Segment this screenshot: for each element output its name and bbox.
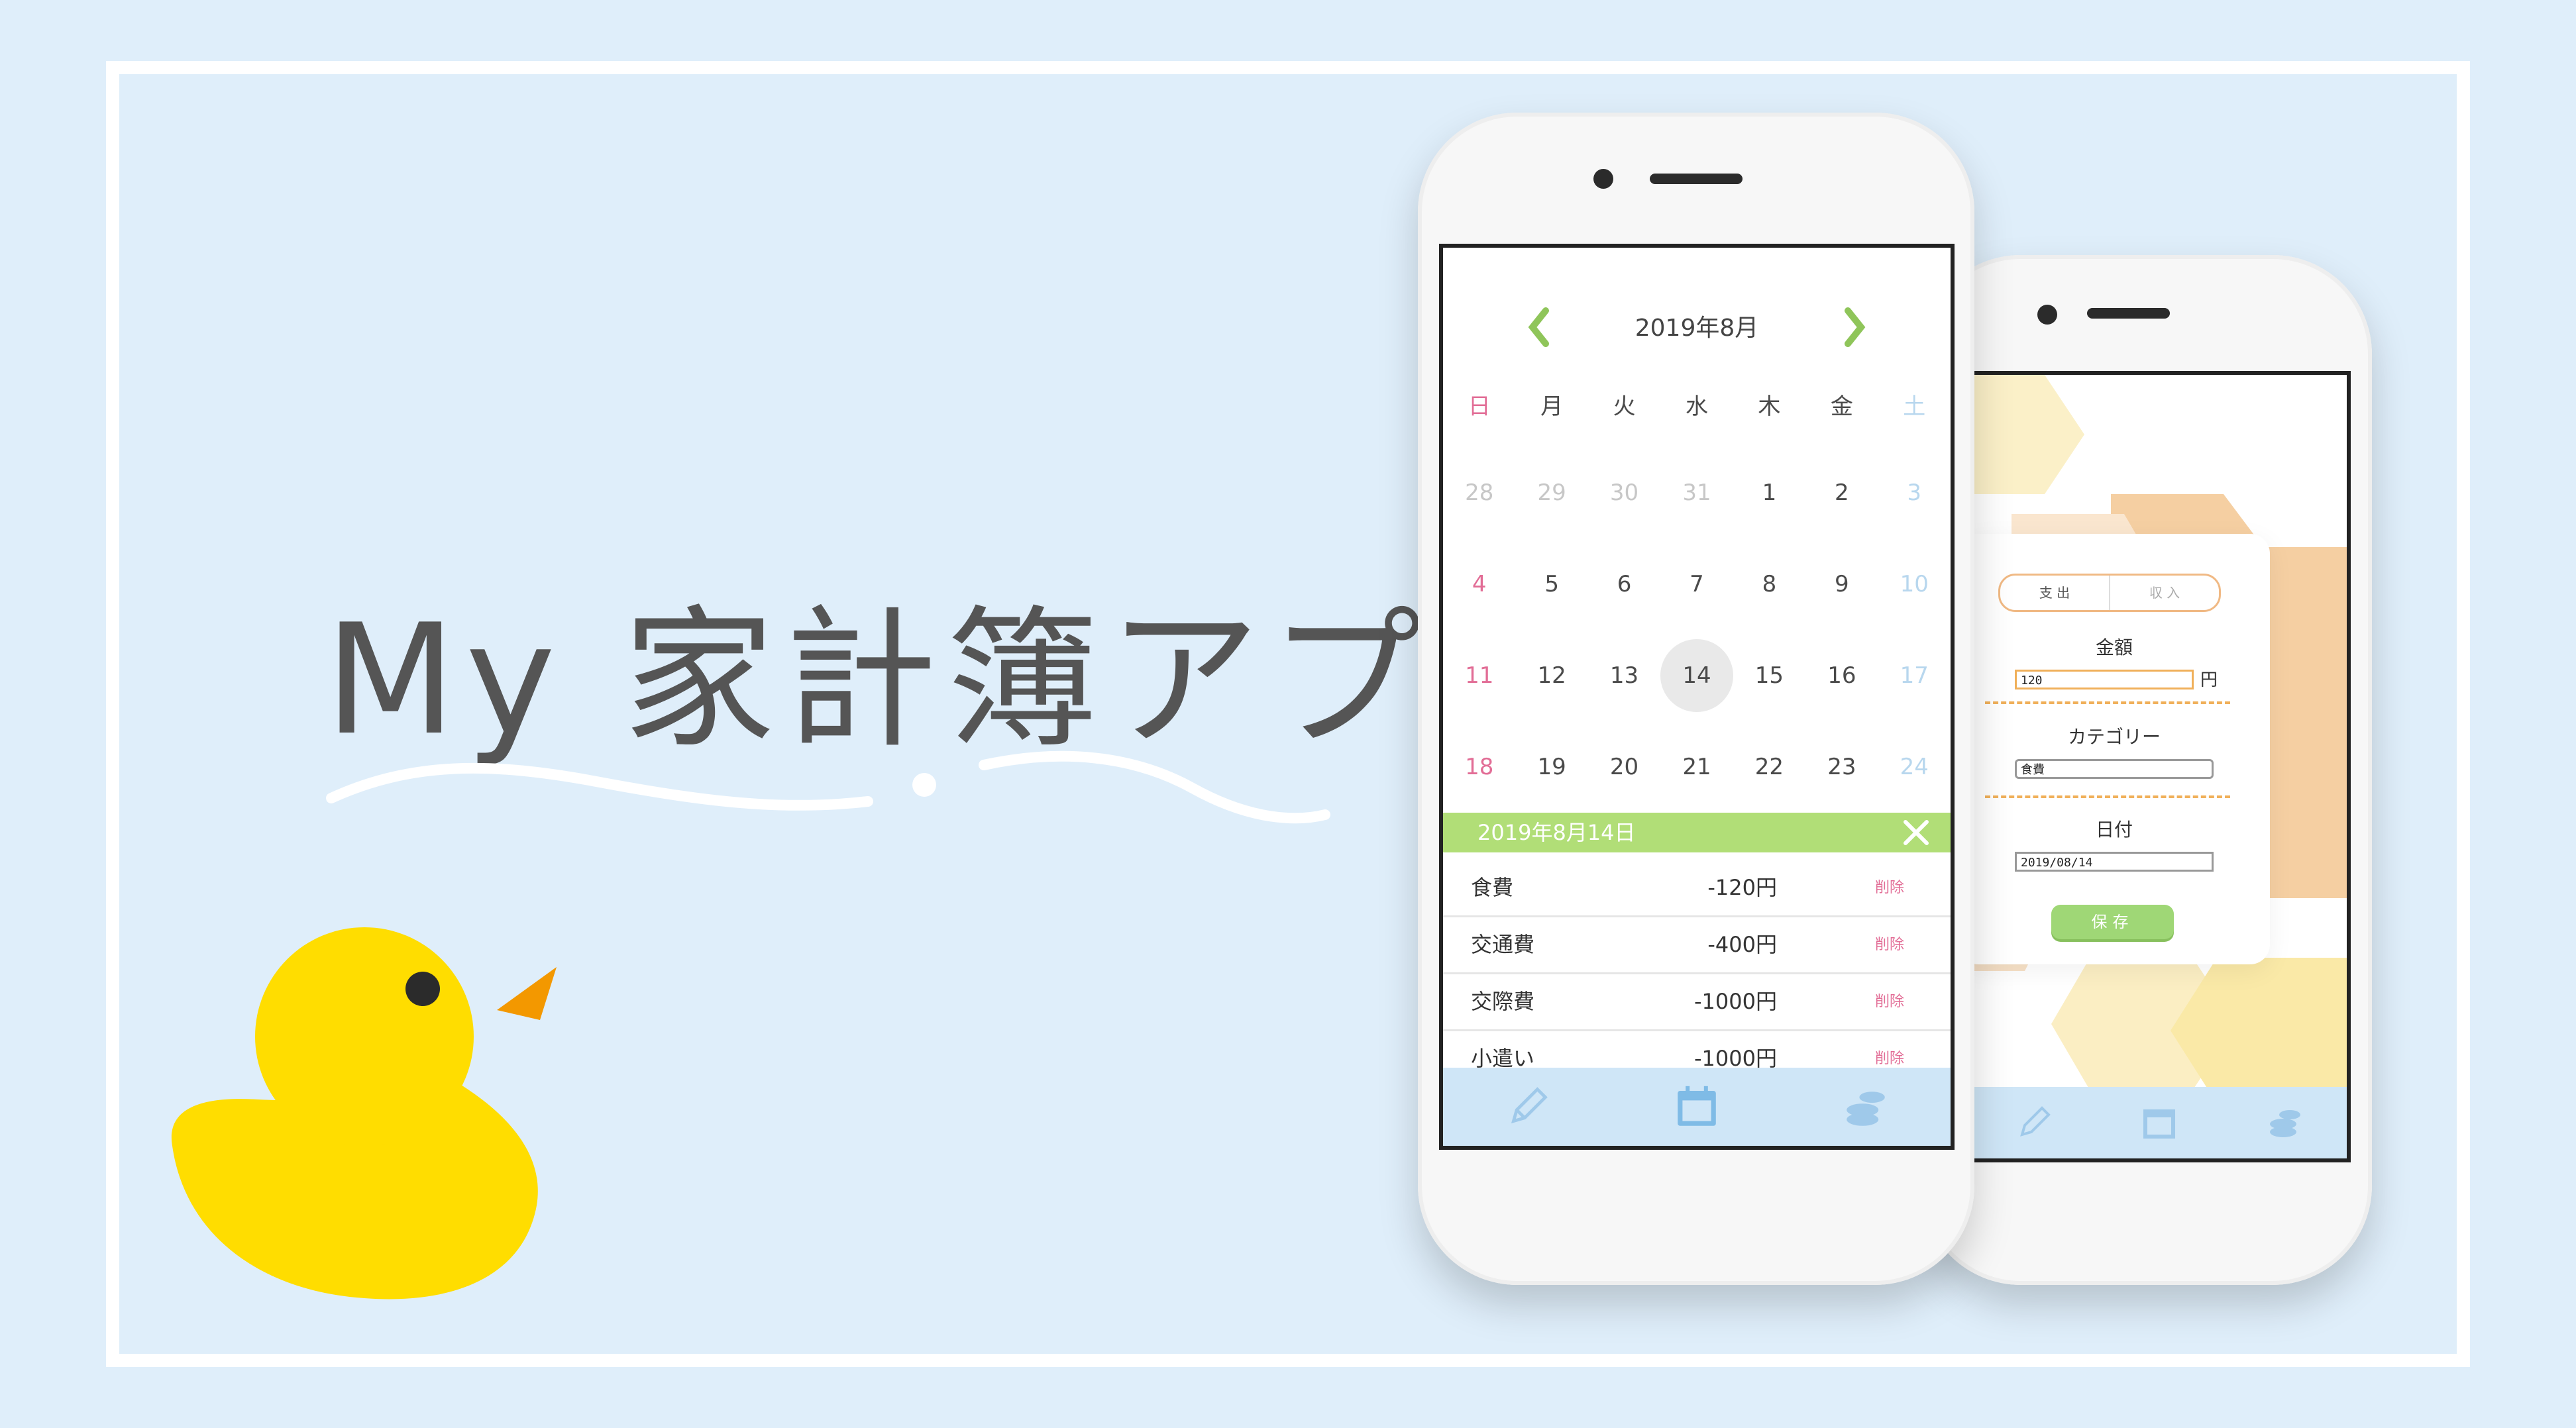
pencil-icon bbox=[2020, 1106, 2051, 1137]
weekday-label: 金 bbox=[1830, 393, 1853, 420]
tab-summary[interactable] bbox=[2222, 1087, 2347, 1158]
calendar-day[interactable]: 23 bbox=[1805, 747, 1878, 787]
category-label: カテゴリー bbox=[2067, 726, 2161, 748]
calendar-week: 18 19 20 21 22 23 24 bbox=[1443, 747, 1951, 787]
entry-amount: -400円 bbox=[1707, 932, 1777, 957]
date-label: 日付 bbox=[2095, 819, 2133, 841]
category-select[interactable]: 食費 bbox=[2015, 759, 2214, 779]
calendar-day[interactable]: 13 bbox=[1588, 656, 1660, 695]
calendar-day[interactable]: 9 bbox=[1805, 564, 1878, 604]
entry-category: 食費 bbox=[1471, 875, 1514, 900]
calendar-day[interactable]: 2 bbox=[1805, 473, 1878, 513]
entry-row: 交通費 -400円 削除 bbox=[1443, 917, 1951, 974]
amount-input[interactable]: 120 bbox=[2015, 670, 2194, 689]
day-detail-header: 2019年8月14日 bbox=[1443, 813, 1951, 852]
next-month-arrow[interactable] bbox=[1831, 301, 1878, 354]
add-entry-form: 支 出 収 入 金額 120 円 カテゴリー 食費 日付 2019/08/14 … bbox=[1972, 534, 2270, 964]
tab-calendar[interactable] bbox=[2097, 1087, 2222, 1158]
tab-calendar[interactable] bbox=[1612, 1068, 1781, 1146]
weekday-label: 土 bbox=[1903, 393, 1926, 420]
calendar-week: 4 5 6 7 8 9 10 bbox=[1443, 564, 1951, 604]
weekday-label: 水 bbox=[1685, 393, 1708, 420]
weekday-label: 木 bbox=[1758, 393, 1781, 420]
tab-summary[interactable] bbox=[1782, 1068, 1951, 1146]
bottom-tab-bar bbox=[1443, 1068, 1951, 1146]
entry-category: 交際費 bbox=[1471, 989, 1535, 1014]
calendar-week: 11 12 13 14 15 16 17 bbox=[1443, 639, 1951, 712]
calendar-day[interactable]: 5 bbox=[1515, 564, 1587, 604]
calendar-day[interactable]: 30 bbox=[1588, 473, 1660, 513]
calendar-day[interactable]: 15 bbox=[1733, 656, 1805, 695]
weekday-label: 日 bbox=[1468, 393, 1491, 420]
calendar-day[interactable]: 24 bbox=[1878, 747, 1951, 787]
calendar-day[interactable]: 29 bbox=[1515, 473, 1587, 513]
calendar-day[interactable]: 12 bbox=[1515, 656, 1587, 695]
segment-expense[interactable]: 支 出 bbox=[2000, 576, 2109, 610]
save-button[interactable]: 保存 bbox=[2051, 905, 2174, 939]
entry-list: 食費 -120円 削除 交通費 -400円 削除 交際費 -1000円 削除 小… bbox=[1443, 860, 1951, 1088]
phone-calendar: 2019年8月 日 月 火 水 木 金 土 28 29 30 31 1 2 3 … bbox=[1418, 113, 1974, 1285]
calendar-week: 28 29 30 31 1 2 3 bbox=[1443, 473, 1951, 513]
calendar-icon bbox=[1678, 1086, 1716, 1126]
calendar-day[interactable]: 20 bbox=[1588, 747, 1660, 787]
camera-dot bbox=[2037, 305, 2057, 325]
bottom-tab-bar bbox=[1972, 1087, 2347, 1158]
delete-button[interactable]: 削除 bbox=[1875, 860, 1904, 915]
calendar-day[interactable]: 11 bbox=[1443, 656, 1515, 695]
calendar-day[interactable]: 21 bbox=[1660, 747, 1733, 787]
calendar-day[interactable]: 7 bbox=[1660, 564, 1733, 604]
duck-illustration bbox=[171, 927, 557, 1300]
dashed-divider bbox=[1985, 701, 2230, 704]
type-segment: 支 出 収 入 bbox=[1998, 574, 2221, 612]
entry-amount: -1000円 bbox=[1694, 989, 1777, 1014]
weekday-label: 月 bbox=[1540, 393, 1564, 420]
amount-label: 金額 bbox=[2095, 637, 2133, 658]
wave-decoration bbox=[326, 750, 1330, 824]
camera-dot bbox=[1593, 169, 1613, 189]
calendar-day[interactable]: 18 bbox=[1443, 747, 1515, 787]
segment-income[interactable]: 収 入 bbox=[2109, 576, 2219, 610]
speaker-slot bbox=[2087, 308, 2170, 319]
selected-day-number: 14 bbox=[1682, 662, 1711, 689]
weekday-row: 日 月 火 水 木 金 土 bbox=[1443, 387, 1951, 427]
entry-category: 交通費 bbox=[1471, 932, 1535, 957]
calendar-day[interactable]: 28 bbox=[1443, 473, 1515, 513]
delete-button[interactable]: 削除 bbox=[1875, 917, 1904, 972]
calendar-icon bbox=[2143, 1109, 2175, 1139]
calendar-day-selected[interactable]: 14 bbox=[1660, 639, 1733, 712]
speaker-slot bbox=[1650, 174, 1743, 184]
dashed-divider bbox=[1985, 795, 2230, 798]
calendar-day[interactable]: 4 bbox=[1443, 564, 1515, 604]
phone-add-entry: 支 出 収 入 金額 120 円 カテゴリー 食費 日付 2019/08/14 … bbox=[1921, 255, 2372, 1285]
coins-icon bbox=[1847, 1092, 1886, 1126]
tab-edit[interactable] bbox=[1443, 1068, 1612, 1146]
calendar-day[interactable]: 1 bbox=[1733, 473, 1805, 513]
calendar-day[interactable]: 22 bbox=[1733, 747, 1805, 787]
calendar-header: 2019年8月 bbox=[1443, 301, 1951, 354]
delete-button[interactable]: 削除 bbox=[1875, 974, 1904, 1029]
calendar-day[interactable]: 19 bbox=[1515, 747, 1587, 787]
calendar-day[interactable]: 8 bbox=[1733, 564, 1805, 604]
entry-row: 食費 -120円 削除 bbox=[1443, 860, 1951, 917]
tab-edit[interactable] bbox=[1972, 1087, 2097, 1158]
calendar-day[interactable]: 17 bbox=[1878, 656, 1951, 695]
calendar-day[interactable]: 16 bbox=[1805, 656, 1878, 695]
calendar-day[interactable]: 3 bbox=[1878, 473, 1951, 513]
day-detail-date: 2019年8月14日 bbox=[1477, 820, 1636, 845]
pencil-icon bbox=[1511, 1087, 1548, 1124]
date-input[interactable]: 2019/08/14 bbox=[2015, 852, 2214, 872]
weekday-label: 火 bbox=[1613, 393, 1636, 420]
entry-amount: -120円 bbox=[1707, 875, 1777, 900]
calendar-day[interactable]: 10 bbox=[1878, 564, 1951, 604]
calendar-screen: 2019年8月 日 月 火 水 木 金 土 28 29 30 31 1 2 3 … bbox=[1439, 244, 1955, 1150]
entry-row: 交際費 -1000円 削除 bbox=[1443, 974, 1951, 1031]
currency-label: 円 bbox=[2200, 670, 2218, 690]
close-icon[interactable] bbox=[1902, 818, 1931, 847]
calendar-day[interactable]: 31 bbox=[1660, 473, 1733, 513]
coins-icon bbox=[2269, 1110, 2300, 1137]
add-entry-screen: 支 出 収 入 金額 120 円 カテゴリー 食費 日付 2019/08/14 … bbox=[1968, 371, 2351, 1162]
calendar-day[interactable]: 6 bbox=[1588, 564, 1660, 604]
